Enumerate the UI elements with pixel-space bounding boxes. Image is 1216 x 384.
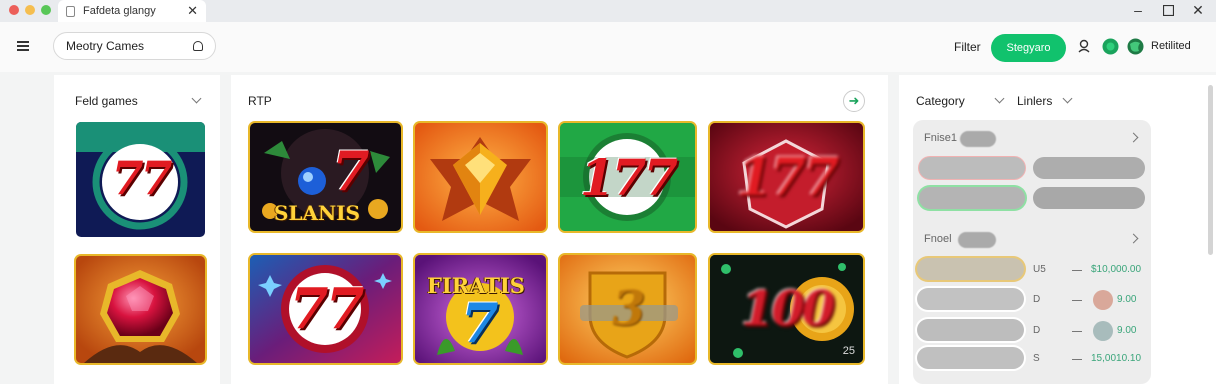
limit-row-bar[interactable] — [917, 288, 1024, 310]
tile-number: 7 — [332, 139, 370, 203]
panel-title: Feld games — [75, 94, 138, 108]
tile-number: 177 — [579, 147, 678, 207]
app-header: Meotry Cames Filter Stegyaro Retilited — [0, 22, 1216, 72]
status-dot-icon[interactable] — [1102, 38, 1119, 55]
game-tile-100[interactable]: 100 25 — [710, 255, 863, 363]
maximize-window-dot[interactable] — [41, 5, 51, 15]
limit-row-bar[interactable] — [917, 258, 1024, 280]
filter-button[interactable]: Filter — [954, 40, 981, 54]
section-label: Fnise1 — [924, 132, 958, 144]
close-window-dot[interactable] — [9, 5, 19, 15]
dash — [1072, 270, 1082, 271]
register-button[interactable]: Stegyaro — [991, 34, 1066, 62]
ruby-gem-icon — [76, 256, 205, 363]
limit-row-code: D — [1033, 294, 1041, 305]
game-tile-177-red[interactable]: 177 — [710, 123, 863, 231]
search-input[interactable]: Meotry Cames — [53, 32, 216, 60]
tab-title: Fafdeta glangy — [83, 5, 156, 17]
panel-title: RTP — [248, 94, 272, 108]
limit-row-amount: 9.00 — [1117, 325, 1137, 336]
globe-icon[interactable] — [1127, 38, 1144, 55]
section-label: Fnoel — [924, 233, 952, 245]
limit-row-code: D — [1033, 325, 1041, 336]
limit-row-amount: $10,000.00 — [1091, 264, 1142, 275]
user-icon[interactable] — [1078, 39, 1090, 53]
limit-row-amount: 9.00 — [1117, 294, 1137, 305]
game-tile-177-green[interactable]: 177 — [560, 123, 695, 231]
bell-icon[interactable] — [193, 41, 203, 51]
limit-row-code: S — [1033, 353, 1040, 364]
category-select[interactable]: Category — [916, 94, 965, 108]
tile-corner-number: 25 — [842, 345, 855, 357]
next-arrow-button[interactable]: ➜ — [843, 90, 865, 112]
game-tile-shield[interactable]: 3 — [560, 255, 695, 363]
close-tab-icon[interactable]: ✕ — [187, 3, 198, 19]
maximize-icon[interactable] — [1159, 2, 1177, 19]
menu-icon[interactable] — [17, 41, 29, 51]
tile-number: 7 — [461, 291, 499, 355]
tile-number: 100 — [740, 281, 835, 337]
browser-tab-bar: Fafdeta glangy ✕ – ✕ — [0, 0, 1216, 22]
dash — [1072, 300, 1082, 301]
section-value — [958, 232, 996, 248]
game-tile-77-blue[interactable]: 77 — [250, 255, 401, 363]
diamond-gem-icon — [415, 123, 546, 231]
filter-option-selected[interactable] — [919, 187, 1025, 209]
limit-row-code: U5 — [1033, 264, 1046, 275]
dash — [1072, 331, 1082, 332]
tile-number: 3 — [612, 281, 645, 337]
page-favicon-icon — [66, 5, 75, 17]
minimize-icon[interactable]: – — [1129, 2, 1147, 18]
game-tile-ruby[interactable] — [76, 256, 205, 363]
account-label[interactable]: Retilited — [1151, 40, 1191, 52]
filter-option[interactable] — [1033, 187, 1145, 209]
search-text: Meotry Cames — [66, 39, 145, 53]
minimize-window-dot[interactable] — [25, 5, 35, 15]
game-tile-firatis[interactable]: FIRATIS 7 — [415, 255, 546, 363]
browser-tab[interactable]: Fafdeta glangy ✕ — [58, 0, 206, 22]
limits-select[interactable]: Linlers — [1017, 94, 1052, 108]
limit-row-amount: 15,0010.10 — [1091, 353, 1142, 364]
token-icon — [1093, 290, 1113, 310]
filter-option[interactable] — [919, 157, 1025, 179]
scrollbar[interactable] — [1208, 85, 1213, 255]
game-tile-77[interactable]: 77 — [76, 122, 205, 237]
close-window-icon[interactable]: ✕ — [1189, 2, 1207, 19]
tile-number: 77 — [289, 276, 365, 342]
game-tile-slanis[interactable]: 7 SLANIS — [250, 123, 401, 231]
tile-label: SLANIS — [274, 201, 361, 225]
limit-row-bar[interactable] — [917, 347, 1024, 369]
limit-row-bar[interactable] — [917, 319, 1024, 341]
dash — [1072, 359, 1082, 360]
filter-option[interactable] — [1033, 157, 1145, 179]
window-traffic-lights — [9, 5, 51, 15]
tile-number: 77 — [111, 150, 172, 205]
token-icon — [1093, 321, 1113, 341]
game-tile-diamond[interactable] — [415, 123, 546, 231]
tile-number: 177 — [736, 146, 840, 208]
section-value — [960, 131, 996, 147]
